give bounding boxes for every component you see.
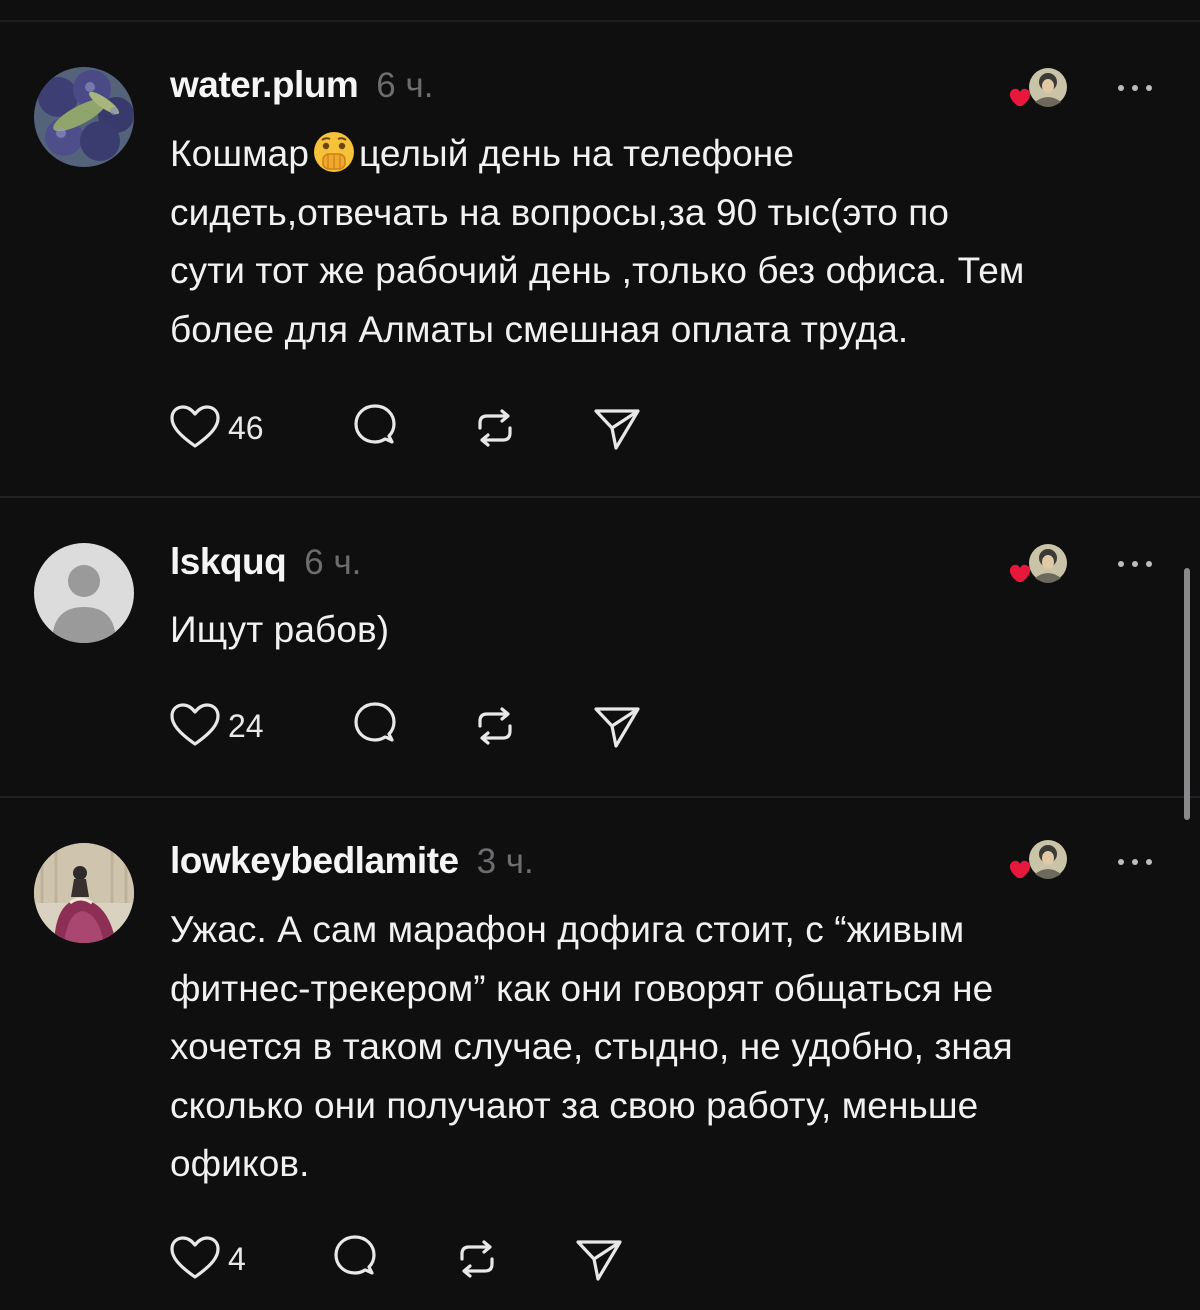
like-count: 24 <box>228 707 264 744</box>
author-avatar-with-red-heart-icon <box>1009 544 1067 583</box>
timestamp: 3 ч. <box>476 842 534 881</box>
like-button[interactable]: 24 <box>168 700 264 752</box>
avatar[interactable] <box>34 543 134 643</box>
heart-outline-icon <box>170 1236 220 1279</box>
reply-button[interactable] <box>328 1233 382 1285</box>
action-bar: 46 <box>168 402 688 454</box>
like-count: 4 <box>228 1240 246 1277</box>
top-divider <box>0 20 1200 22</box>
ellipsis-icon <box>1118 85 1152 91</box>
like-button[interactable]: 46 <box>168 402 264 454</box>
reply-button[interactable] <box>348 402 402 454</box>
paper-plane-icon <box>594 409 640 450</box>
post-header: lowkeybedlamite 3 ч. <box>170 840 534 884</box>
avatar[interactable] <box>34 67 134 167</box>
default-user-avatar <box>34 543 134 643</box>
paper-plane-icon <box>594 707 640 748</box>
post-header: water.plum 6 ч. <box>170 64 433 108</box>
timestamp: 6 ч. <box>304 543 362 582</box>
avatar[interactable] <box>34 843 134 943</box>
author-liked-indicator <box>1004 542 1070 588</box>
plum-photo-avatar <box>34 67 134 167</box>
post-divider <box>0 796 1200 798</box>
repost-button[interactable] <box>450 1233 504 1285</box>
share-button[interactable] <box>590 402 644 454</box>
like-count: 46 <box>228 409 264 446</box>
repost-button[interactable] <box>468 700 522 752</box>
more-options-button[interactable] <box>1112 554 1158 574</box>
timestamp: 6 ч. <box>376 66 434 105</box>
ellipsis-icon <box>1118 561 1152 567</box>
author-avatar-with-red-heart-icon <box>1009 68 1067 107</box>
author-liked-indicator <box>1004 66 1070 112</box>
post-divider <box>0 496 1200 498</box>
paper-plane-icon <box>576 1240 622 1281</box>
author-liked-indicator <box>1004 838 1070 884</box>
action-bar: 24 <box>168 700 688 752</box>
post-text-start: Кошмар <box>170 133 310 174</box>
speech-bubble-icon <box>354 702 396 742</box>
repost-arrows-icon <box>478 409 512 447</box>
post-text: Ищут рабов) <box>170 609 390 650</box>
share-button[interactable] <box>590 700 644 752</box>
action-bar: 4 <box>168 1233 688 1285</box>
share-button[interactable] <box>572 1233 626 1285</box>
username[interactable]: lskquq <box>170 541 287 583</box>
speech-bubble-icon <box>354 404 396 444</box>
post-header: lskquq 6 ч. <box>170 541 361 585</box>
username[interactable]: lowkeybedlamite <box>170 840 459 882</box>
author-avatar-with-red-heart-icon <box>1009 840 1067 879</box>
painting-figure-avatar <box>34 843 134 943</box>
repost-arrows-icon <box>478 707 512 745</box>
more-options-button[interactable] <box>1112 78 1158 98</box>
post-text: Кошмар целый день на телефоне сидеть,отве… <box>170 125 1170 359</box>
repost-arrows-icon <box>460 1240 494 1278</box>
heart-outline-icon <box>170 703 220 746</box>
username[interactable]: water.plum <box>170 64 359 106</box>
face-with-hand-over-mouth-emoji-icon <box>314 132 355 172</box>
speech-bubble-icon <box>334 1235 376 1275</box>
reply-button[interactable] <box>348 700 402 752</box>
more-options-button[interactable] <box>1112 852 1158 872</box>
ellipsis-icon <box>1118 859 1152 865</box>
like-button[interactable]: 4 <box>168 1233 246 1285</box>
heart-outline-icon <box>170 405 220 448</box>
repost-button[interactable] <box>468 402 522 454</box>
scrollbar[interactable] <box>1184 568 1190 820</box>
post-text: Ужас. А сам марафон дофига стоит, с “жив… <box>170 909 1013 1184</box>
